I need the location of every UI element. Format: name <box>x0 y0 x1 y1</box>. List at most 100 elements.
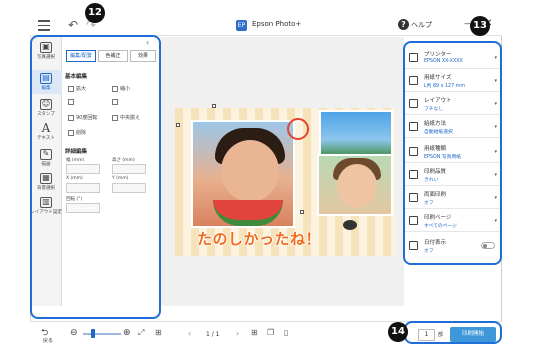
sidebar-item-edit[interactable]: ▤ 編集 <box>30 70 62 94</box>
setting-label: 給紙方法 <box>424 121 447 127</box>
layout-icon <box>409 99 418 108</box>
setting-label: 印刷品質 <box>424 169 447 175</box>
sidebar-item-stamp[interactable]: ☺ スタンプ <box>30 99 62 117</box>
photo-face <box>221 140 279 202</box>
prev-page-icon[interactable]: ‹ <box>188 329 191 338</box>
setting-label: プリンター <box>424 52 452 58</box>
resize-handle[interactable] <box>176 123 180 127</box>
print-button[interactable]: 印刷開始 <box>450 327 496 342</box>
zoom-in-icon[interactable]: ⊕ <box>123 328 131 338</box>
page-indicator: 1 / 1 <box>206 331 220 338</box>
next-page-icon[interactable]: › <box>236 329 239 338</box>
chevron-down-icon: ▾ <box>494 218 497 224</box>
setting-paper-feed[interactable]: 給紙方法 自動給紙選択 ▾ <box>403 117 500 138</box>
setting-value: L判 89 x 127 mm <box>424 84 466 89</box>
chevron-down-icon: ▾ <box>494 172 497 178</box>
sidebar-item-label: テキスト <box>37 136 55 141</box>
chevron-down-icon: ▾ <box>494 195 497 201</box>
delete-tool[interactable]: 削除 <box>68 129 86 136</box>
setting-print-pages[interactable]: 印刷ページ すべてのページ ▾ <box>403 211 500 232</box>
x-field[interactable] <box>66 183 100 193</box>
callout-badge-13: 13 <box>470 16 490 36</box>
child-photo[interactable] <box>317 154 393 216</box>
setting-label: 用紙種類 <box>424 146 447 152</box>
copies-unit: 部 <box>438 332 444 338</box>
delete-page-icon[interactable]: ▯ <box>284 328 288 337</box>
setting-label: 両面印刷 <box>424 192 447 198</box>
setting-paper-type[interactable]: 用紙種類 EPSON 写真用紙 ▾ <box>403 142 500 163</box>
center-align-tool[interactable]: 中央揃え <box>112 114 140 121</box>
beetle-sticker[interactable] <box>343 220 357 230</box>
setting-printer[interactable]: プリンター EPSON XX-XXXX ▾ <box>403 48 500 69</box>
setting-value: EPSON 写真用紙 <box>424 155 462 160</box>
tab-color-correct[interactable]: 色補正 <box>98 50 128 62</box>
sidebar-item-draw[interactable]: ✎ 描画 <box>30 149 62 167</box>
setting-print-quality[interactable]: 印刷品質 きれい ▾ <box>403 165 500 186</box>
text-icon: A <box>41 121 51 135</box>
duplicate-page-icon[interactable]: ❐ <box>267 328 274 337</box>
date-toggle[interactable] <box>481 242 495 249</box>
photo-caption[interactable]: たのしかったね！ <box>196 228 321 249</box>
help-label[interactable]: ヘルプ <box>411 20 432 30</box>
grid-icon[interactable]: ⊞ <box>155 328 162 337</box>
sidebar-item-label: 写真選択 <box>37 55 55 60</box>
zoom-slider-handle[interactable] <box>91 329 95 338</box>
setting-label: レイアウト <box>424 98 452 104</box>
setting-paper-size[interactable]: 用紙サイズ L判 89 x 127 mm ▾ <box>403 71 500 92</box>
setting-date-display[interactable]: 日付表示 オフ <box>403 236 500 257</box>
setting-layout[interactable]: レイアウト フチなし ▾ <box>403 94 500 115</box>
basic-edit-heading: 基本編集 <box>65 74 88 80</box>
pages-icon <box>409 216 418 225</box>
width-field[interactable] <box>66 164 100 174</box>
main-photo[interactable] <box>191 120 295 228</box>
setting-label: 用紙サイズ <box>424 75 452 81</box>
resize-handle[interactable] <box>300 210 304 214</box>
rotate-90-tool[interactable]: 90度回転 <box>68 114 97 121</box>
photo-select-icon: ▣ <box>40 42 52 53</box>
stamp-icon: ☺ <box>40 99 52 110</box>
sidebar-item-background[interactable]: ▦ 背景選択 <box>30 173 62 191</box>
copies-input[interactable]: 1 <box>418 329 435 341</box>
sidebar-item-label: 背景選択 <box>37 186 55 191</box>
rotate-field[interactable] <box>66 203 100 213</box>
photo-layout[interactable]: たのしかったね！ <box>175 108 395 256</box>
chevron-down-icon: ▾ <box>494 55 497 61</box>
sidebar-item-photo-select[interactable]: ▣ 写真選択 <box>30 42 62 60</box>
add-page-icon[interactable]: ⊞ <box>251 328 258 337</box>
setting-duplex[interactable]: 両面印刷 オフ ▾ <box>403 188 500 209</box>
zoom-out-icon[interactable]: ⊖ <box>70 328 78 338</box>
setting-value: すべてのページ <box>424 224 457 229</box>
setting-value: オフ <box>424 201 434 206</box>
rotate-label: 回転 (°) <box>66 197 83 202</box>
sky-photo[interactable] <box>319 110 393 160</box>
sidebar-item-label: レイアウト設定 <box>30 210 62 215</box>
undo-icon[interactable]: ↶ <box>68 18 78 32</box>
help-icon[interactable]: ? <box>398 19 409 30</box>
app-icon: EP <box>236 20 247 31</box>
setting-value: 自動給紙選択 <box>424 130 453 135</box>
width-label: 幅 (mm) <box>66 158 85 163</box>
tab-edit-layout[interactable]: 編集/配置 <box>66 50 96 62</box>
detail-edit-heading: 詳細編集 <box>65 149 88 155</box>
align-top-tool[interactable] <box>68 99 74 105</box>
zoom-out-tool[interactable]: 縮小 <box>112 85 130 92</box>
tab-effects[interactable]: 効果 <box>130 50 156 62</box>
sidebar-item-text[interactable]: A テキスト <box>30 121 62 141</box>
callout-badge-14: 14 <box>388 322 408 342</box>
chevron-down-icon: ▾ <box>494 78 497 84</box>
zoom-in-tool[interactable]: 拡大 <box>68 85 86 92</box>
zoom-slider-track[interactable] <box>83 333 121 335</box>
rotate-handle[interactable] <box>212 104 216 108</box>
height-field[interactable] <box>112 164 146 174</box>
panel-collapse-icon[interactable]: ‹ <box>146 38 149 47</box>
tool-label: 縮小 <box>120 86 131 92</box>
sun-sticker[interactable] <box>287 118 309 140</box>
align-bottom-tool[interactable] <box>112 99 118 105</box>
height-label: 高さ (mm) <box>112 158 135 163</box>
hamburger-menu-icon[interactable] <box>38 20 50 31</box>
fit-screen-icon[interactable]: ⤢ <box>138 328 144 338</box>
back-label[interactable]: 戻る <box>43 337 53 344</box>
sidebar-item-layout[interactable]: ▥ レイアウト設定 <box>30 197 62 215</box>
y-field[interactable] <box>112 183 146 193</box>
paper-feed-icon <box>409 122 418 131</box>
